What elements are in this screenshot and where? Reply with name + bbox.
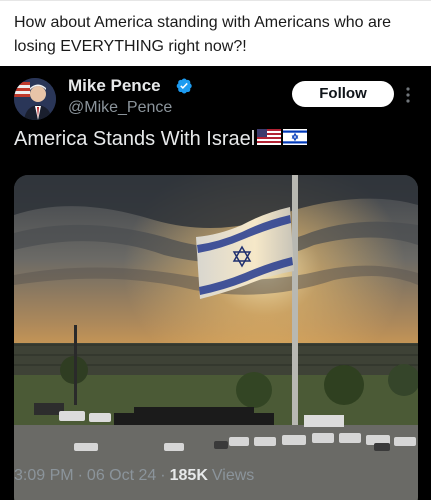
more-options-icon[interactable]: [403, 84, 413, 106]
tweet-metadata: 3:09 PM · 06 Oct 24 · 185K Views: [14, 467, 254, 485]
views-count: 185K: [169, 467, 208, 484]
tweet-date[interactable]: 06 Oct 24: [87, 467, 156, 485]
tweet-text: America Stands With Israel: [14, 128, 308, 151]
tweet-time[interactable]: 3:09 PM: [14, 467, 74, 485]
tweet-media-image[interactable]: [14, 175, 418, 500]
quote-post: How about America standing with American…: [0, 0, 431, 66]
author-handle[interactable]: @Mike_Pence: [68, 99, 172, 117]
views-label: Views: [211, 467, 255, 484]
avatar[interactable]: [14, 78, 56, 120]
tweet-text-body: America Stands With Israel: [14, 128, 256, 150]
flag-sunset-photo: [14, 175, 418, 500]
embedded-tweet[interactable]: Mike Pence @Mike_Pence Follow America St…: [0, 66, 431, 500]
quote-text: How about America standing with American…: [14, 14, 392, 55]
author-name[interactable]: Mike Pence: [68, 76, 161, 96]
meta-separator: ·: [77, 467, 83, 484]
meta-separator: ·: [160, 467, 166, 484]
verified-badge-icon: [176, 78, 192, 94]
israel-flag-icon: [283, 128, 308, 151]
us-flag-icon: [257, 128, 282, 151]
follow-button[interactable]: Follow: [292, 81, 394, 107]
